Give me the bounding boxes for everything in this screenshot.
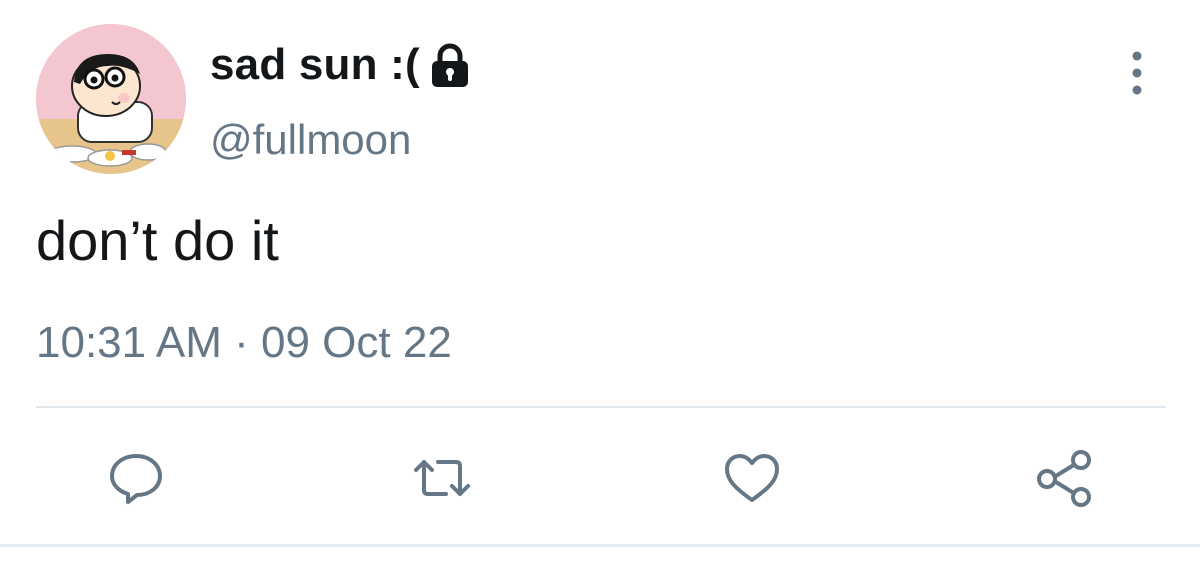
display-name[interactable]: sad sun :(	[210, 40, 420, 90]
user-handle[interactable]: @fullmoon	[210, 116, 411, 164]
more-vertical-icon[interactable]	[1122, 50, 1152, 96]
avatar-image	[36, 24, 186, 174]
like-button[interactable]	[720, 448, 784, 508]
share-button[interactable]	[1032, 448, 1096, 508]
retweet-icon	[414, 460, 470, 496]
share-icon	[1037, 450, 1091, 507]
avatar[interactable]	[36, 24, 186, 174]
reply-button[interactable]	[104, 448, 168, 508]
display-name-row: sad sun :(	[210, 40, 472, 90]
divider	[36, 406, 1166, 408]
retweet-button[interactable]	[410, 448, 474, 508]
tweet-text: don’t do it	[36, 209, 279, 272]
lock-icon	[428, 42, 472, 88]
heart-icon	[725, 454, 779, 502]
tweet-detail: sad sun :( @fullmoon don’t do it 10:31 A…	[0, 0, 1200, 565]
tweet-timestamp[interactable]: 10:31 AM · 09 Oct 22	[36, 318, 452, 368]
reply-icon	[110, 454, 162, 504]
bottom-divider	[0, 544, 1200, 547]
